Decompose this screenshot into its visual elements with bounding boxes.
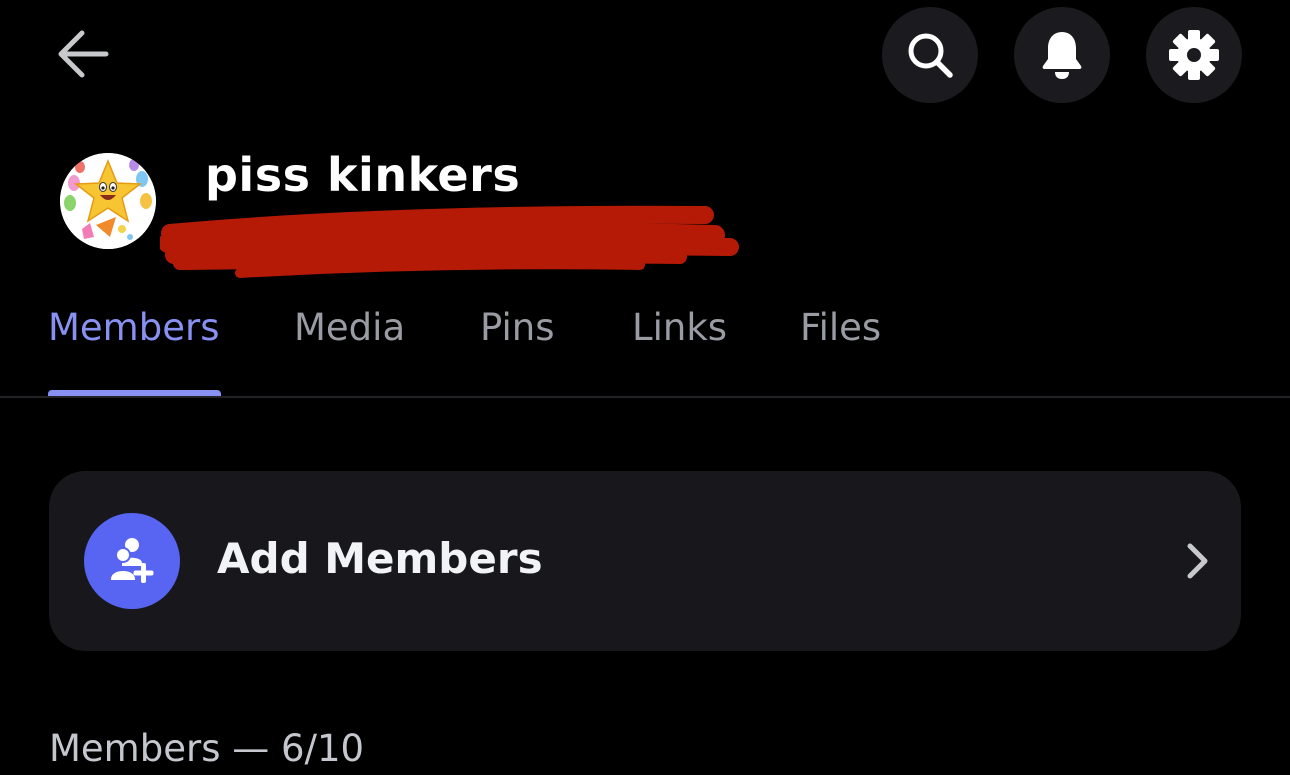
add-members-label: Add Members xyxy=(217,534,543,583)
add-user-icon xyxy=(109,538,154,583)
tab-pins[interactable]: Pins xyxy=(480,306,555,349)
settings-button[interactable] xyxy=(1146,7,1242,103)
tab-links[interactable]: Links xyxy=(632,306,727,349)
star-party-avatar-icon xyxy=(60,153,156,249)
search-button[interactable] xyxy=(882,7,978,103)
gear-icon xyxy=(1169,30,1219,80)
tab-bar: Members Media Pins Links Files xyxy=(0,300,1290,398)
add-members-button[interactable]: Add Members xyxy=(49,471,1241,651)
tab-files[interactable]: Files xyxy=(800,306,881,349)
search-icon xyxy=(908,33,953,78)
group-name: piss kinkers xyxy=(205,148,521,202)
group-avatar[interactable] xyxy=(60,153,156,249)
members-section-header: Members — 6/10 xyxy=(49,727,365,770)
add-user-icon-circle xyxy=(84,513,180,609)
tabs-divider xyxy=(0,396,1290,398)
tab-members[interactable]: Members xyxy=(48,306,219,349)
bell-icon xyxy=(1042,32,1082,79)
back-button[interactable] xyxy=(50,24,116,84)
notifications-button[interactable] xyxy=(1014,7,1110,103)
chevron-right-icon xyxy=(1177,541,1217,581)
tab-media[interactable]: Media xyxy=(294,306,405,349)
redaction-scribble xyxy=(160,205,739,278)
arrow-left-icon xyxy=(58,30,109,78)
